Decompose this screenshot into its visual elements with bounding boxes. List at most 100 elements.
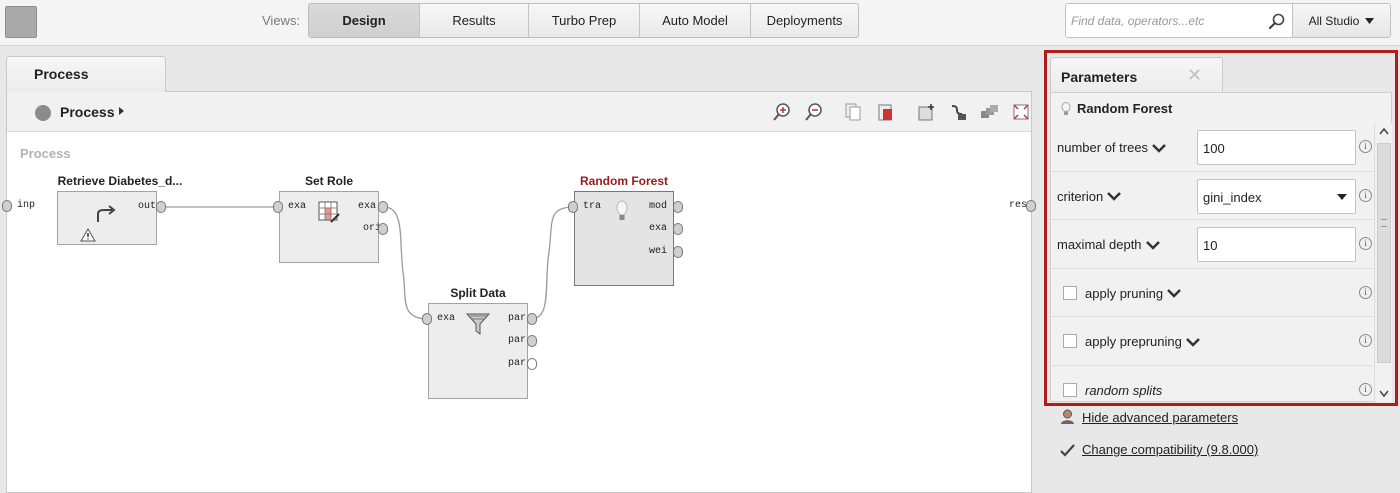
fit-to-screen-icon[interactable] — [1011, 102, 1031, 122]
warning-icon[interactable] — [80, 228, 96, 242]
param-row-apply-prepruning: apply prepruning i — [1051, 317, 1373, 366]
set-role-in-port[interactable] — [273, 201, 283, 213]
set-role-out1-port[interactable] — [378, 201, 388, 213]
search-icon[interactable] — [1268, 12, 1286, 30]
view-results-button[interactable]: Results — [420, 4, 529, 37]
rf-out3-port[interactable] — [673, 246, 683, 258]
split-out3-port[interactable] — [527, 358, 537, 370]
parameters-highlight: Parameters ✕ Random Forest number of tre… — [1044, 50, 1398, 406]
view-deployments-button[interactable]: Deployments — [751, 4, 858, 37]
info-icon[interactable]: i — [1359, 334, 1372, 347]
chevron-down-icon[interactable] — [1107, 191, 1122, 201]
operator-set-role[interactable]: exa exa ori — [279, 191, 381, 263]
arrange-operators-icon[interactable] — [979, 102, 999, 122]
process-icon — [35, 105, 51, 121]
view-auto-model-button[interactable]: Auto Model — [640, 4, 751, 37]
apply-pruning-checkbox[interactable] — [1063, 285, 1077, 300]
breadcrumb[interactable]: Process — [60, 104, 114, 120]
info-icon[interactable]: i — [1359, 237, 1372, 250]
view-turbo-prep-button[interactable]: Turbo Prep — [529, 4, 640, 37]
operator-retrieve-title: Retrieve Diabetes_d... — [57, 174, 183, 188]
scroll-thumb[interactable] — [1377, 143, 1391, 363]
process-canvas[interactable]: Process inp res Retrieve Diabetes_d... o… — [2, 132, 1036, 492]
chevron-down-icon[interactable] — [1152, 143, 1166, 153]
operator-split-data[interactable]: exa par par par — [428, 303, 528, 399]
chevron-down-icon[interactable] — [1145, 240, 1160, 250]
param-row-random-splits: random splits i — [1051, 366, 1373, 415]
parameters-panel: Random Forest number of trees 100 i crit… — [1050, 92, 1392, 402]
info-icon[interactable]: i — [1359, 285, 1372, 299]
all-studio-dropdown[interactable]: All Studio — [1293, 3, 1391, 38]
split-out1-port[interactable] — [527, 313, 537, 325]
operator-split-data-title: Split Data — [450, 286, 506, 300]
set-role-out2-port[interactable] — [378, 223, 388, 235]
apply-prepruning-checkbox[interactable] — [1063, 334, 1077, 348]
rf-in-port[interactable] — [568, 201, 578, 213]
maximal-depth-input[interactable]: 10 — [1197, 227, 1356, 262]
tab-parameters[interactable]: Parameters ✕ — [1050, 57, 1223, 92]
rf-out1-label: mod — [649, 201, 668, 212]
search-input[interactable] — [1066, 4, 1266, 37]
param-row-criterion: criterion gini_index i — [1051, 172, 1373, 220]
process-panel: Process Process inp res Retrieve Diabete… — [2, 91, 1036, 493]
change-compatibility-link[interactable]: Change compatibility (9.8.000) — [1060, 442, 1258, 457]
tab-process[interactable]: Process — [6, 56, 166, 92]
app-window: Views: Design Results Turbo Prep Auto Mo… — [0, 0, 1400, 493]
param-label-text: maximal depth — [1057, 237, 1142, 252]
change-compatibility-text[interactable]: Change compatibility (9.8.000) — [1082, 442, 1258, 457]
process-input-port[interactable] — [2, 200, 12, 212]
retrieve-icon — [97, 205, 116, 222]
retrieve-out-label: out — [138, 201, 157, 212]
rf-out2-port[interactable] — [673, 223, 683, 235]
number-of-trees-input[interactable]: 100 — [1197, 130, 1356, 165]
operator-retrieve[interactable]: out — [57, 191, 157, 245]
breadcrumb-arrow-icon[interactable] — [119, 107, 124, 115]
caret-down-icon — [1365, 17, 1375, 24]
split-in-port[interactable] — [422, 313, 432, 325]
close-icon[interactable]: ✕ — [1187, 65, 1202, 86]
views-label: Views: — [262, 13, 301, 28]
hide-advanced-link[interactable]: Hide advanced parameters — [1060, 409, 1238, 425]
lightbulb-icon — [1061, 101, 1071, 115]
split-out3-label: par — [508, 358, 527, 369]
retrieve-out-port[interactable] — [156, 201, 166, 213]
zoom-in-icon[interactable] — [772, 102, 792, 122]
criterion-select[interactable]: gini_index — [1197, 178, 1356, 214]
process-result-port[interactable] — [1026, 200, 1036, 212]
rf-out1-port[interactable] — [673, 201, 683, 213]
info-icon[interactable]: i — [1359, 140, 1372, 153]
copy-icon[interactable] — [843, 102, 863, 122]
info-icon[interactable]: i — [1359, 188, 1372, 202]
param-label-text: number of trees — [1057, 140, 1149, 155]
criterion-value: gini_index — [1203, 189, 1262, 205]
scroll-up-icon[interactable] — [1378, 126, 1390, 138]
all-studio-label: All Studio — [1308, 13, 1360, 28]
hide-advanced-text[interactable]: Hide advanced parameters — [1082, 410, 1238, 425]
param-label-text: apply prepruning — [1085, 334, 1182, 349]
param-label: maximal depth — [1057, 237, 1160, 252]
set-role-out1-label: exa — [358, 201, 377, 212]
random-splits-checkbox[interactable] — [1063, 382, 1077, 397]
info-icon[interactable]: i — [1359, 382, 1372, 396]
view-design-button[interactable]: Design — [309, 4, 420, 37]
param-label-text: apply pruning — [1085, 285, 1164, 301]
split-out2-port[interactable] — [527, 335, 537, 347]
chevron-down-icon[interactable] — [1167, 288, 1181, 298]
checkmark-icon — [1060, 443, 1075, 457]
parameters-tab-label: Parameters — [1061, 69, 1138, 85]
lightbulb-icon — [616, 200, 628, 220]
paste-icon[interactable] — [875, 102, 895, 122]
zoom-out-icon[interactable] — [804, 102, 824, 122]
chevron-down-icon[interactable] — [1185, 337, 1200, 347]
parameters-scrollbar[interactable] — [1374, 123, 1392, 402]
process-toolbar: Process — [7, 92, 1031, 132]
auto-wire-icon[interactable] — [948, 102, 968, 122]
perspective-icon[interactable] — [5, 6, 37, 38]
process-result-port-label: res — [1009, 200, 1028, 211]
views-toggle-group: Design Results Turbo Prep Auto Model Dep… — [308, 3, 859, 38]
operator-random-forest[interactable]: tra mod exa wei — [574, 191, 674, 286]
add-building-block-icon[interactable] — [917, 102, 937, 122]
selected-operator: Random Forest — [1061, 101, 1172, 116]
scroll-down-icon[interactable] — [1378, 387, 1390, 399]
selected-operator-name: Random Forest — [1077, 101, 1173, 116]
